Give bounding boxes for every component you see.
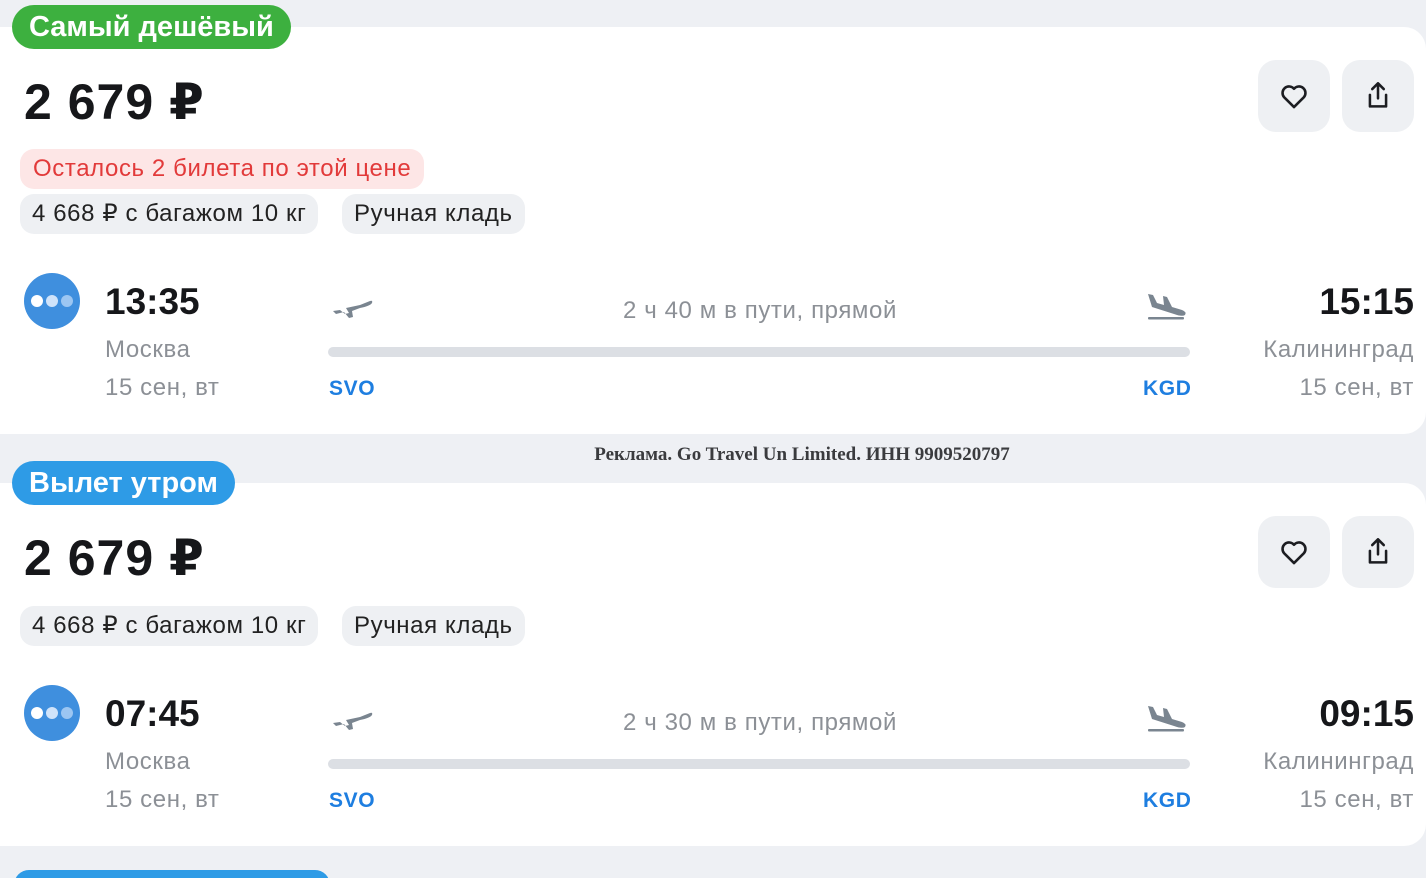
depart-date: 15 сен, вт — [105, 786, 220, 813]
tickets-left-badge: Осталось 2 билета по этой цене — [20, 149, 425, 189]
hand-luggage-chip[interactable]: Ручная кладь — [342, 606, 525, 646]
airline-logo — [24, 273, 80, 329]
offer-card-1[interactable]: 2 679 ₽ Осталось 2 билета по этой цене 4… — [0, 27, 1426, 434]
depart-city: Москва — [105, 336, 191, 363]
depart-city: Москва — [105, 748, 191, 775]
offer-card-2[interactable]: 2 679 ₽ 4 668 ₽ с багажом 10 кг Ручная к… — [0, 483, 1426, 846]
heart-icon — [1281, 541, 1307, 565]
arrive-city: Калининград — [1263, 748, 1414, 775]
depart-iata: SVO — [329, 377, 376, 400]
arrive-time: 09:15 — [1319, 693, 1414, 734]
favorite-button[interactable] — [1258, 516, 1330, 588]
offer-tag-morning: Вылет утром — [12, 461, 235, 505]
share-icon — [1368, 538, 1388, 564]
arrive-city: Калининград — [1263, 336, 1414, 363]
share-button[interactable] — [1342, 516, 1414, 588]
price: 2 679 ₽ — [24, 530, 205, 586]
arrive-iata: KGD — [1143, 789, 1192, 812]
arrive-date: 15 сен, вт — [1299, 786, 1414, 813]
heart-icon — [1281, 85, 1307, 109]
flight-duration: 2 ч 40 м в пути, прямой — [623, 297, 897, 324]
arrive-iata: KGD — [1143, 377, 1192, 400]
share-icon — [1368, 82, 1388, 108]
baggage-option-chip[interactable]: 4 668 ₽ с багажом 10 кг — [20, 194, 319, 234]
price: 2 679 ₽ — [24, 74, 205, 130]
flight-duration: 2 ч 30 м в пути, прямой — [623, 709, 897, 736]
offer-tag-cheapest: Самый дешёвый — [12, 5, 291, 49]
share-button[interactable] — [1342, 60, 1414, 132]
depart-iata: SVO — [329, 789, 376, 812]
route-line — [328, 347, 1190, 357]
depart-time: 13:35 — [105, 281, 200, 322]
baggage-option-chip[interactable]: 4 668 ₽ с багажом 10 кг — [20, 606, 319, 646]
next-offer-tag — [14, 870, 330, 878]
airline-logo — [24, 685, 80, 741]
plane-landing-icon — [1148, 294, 1186, 320]
arrive-time: 15:15 — [1319, 281, 1414, 322]
route-line — [328, 759, 1190, 769]
favorite-button[interactable] — [1258, 60, 1330, 132]
depart-date: 15 сен, вт — [105, 374, 220, 401]
depart-time: 07:45 — [105, 693, 200, 734]
plane-landing-icon — [1148, 706, 1186, 732]
arrive-date: 15 сен, вт — [1299, 374, 1414, 401]
hand-luggage-chip[interactable]: Ручная кладь — [342, 194, 525, 234]
